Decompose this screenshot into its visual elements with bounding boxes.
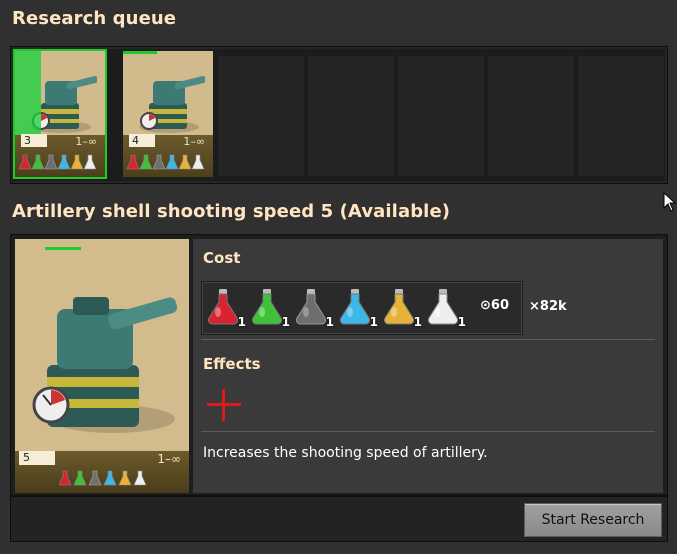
effect-description: Increases the shooting speed of artiller… [203, 445, 488, 461]
military-science-pack-icon [44, 154, 58, 170]
military-science-pack-icon [88, 470, 102, 486]
utility-science-pack-icon [383, 289, 415, 325]
logistic-science-pack-icon [139, 154, 153, 170]
multiply-icon: × [529, 299, 540, 314]
effects-label: Effects [203, 355, 261, 373]
chemical-science-pack-icon [165, 154, 179, 170]
cost-logistic-science-pack[interactable]: 1 [250, 286, 292, 330]
research-queue-title: Research queue [12, 8, 177, 29]
logistic-science-pack-icon [31, 154, 45, 170]
mouse-cursor-icon [663, 192, 677, 212]
artillery-turret-icon [32, 297, 178, 433]
queue-empty-slot [577, 55, 665, 177]
military-science-pack-icon [152, 154, 166, 170]
technology-info: Cost 1 1 1 1 1 1 ⊙60 ×82k Effects Increa… [193, 239, 663, 493]
level-badge: 3 [21, 134, 47, 147]
logistic-science-pack-icon [251, 289, 283, 325]
utility-science-pack-icon [70, 154, 84, 170]
automation-science-pack-icon [19, 154, 32, 170]
automation-science-pack-icon [59, 470, 72, 486]
space-science-pack-icon [133, 470, 147, 486]
automation-science-pack-icon [127, 154, 140, 170]
utility-science-pack-icon [178, 154, 192, 170]
level-badge: 4 [129, 134, 155, 147]
red-plus-icon [207, 389, 241, 421]
research-count: ×82k [529, 299, 567, 314]
research-time: ⊙60 [480, 298, 509, 313]
level-range: 1–∞ [75, 135, 97, 148]
cost-chemical-science-pack[interactable]: 1 [338, 286, 380, 330]
level-range: 1–∞ [183, 135, 205, 148]
chemical-science-pack-icon [103, 470, 117, 486]
space-science-pack-icon [191, 154, 205, 170]
queue-item-1[interactable]: 3 1–∞ [15, 51, 105, 177]
artillery-turret-icon [139, 76, 205, 133]
science-packs-row [127, 153, 209, 173]
science-packs-row [59, 469, 151, 489]
cost-military-science-pack[interactable]: 1 [294, 286, 336, 330]
cost-utility-science-pack[interactable]: 1 [382, 286, 424, 330]
cost-automation-science-pack[interactable]: 1 [206, 286, 248, 330]
divider [201, 339, 655, 340]
research-queue: 3 1–∞ 4 1–∞ [10, 46, 668, 184]
research-count-value: 82k [539, 299, 567, 314]
research-time-value: 60 [490, 298, 509, 313]
queue-empty-slot [397, 55, 485, 177]
research-progress-bar [123, 51, 157, 54]
technology-card: 5 1–∞ [15, 239, 189, 493]
technology-title: Artillery shell shooting speed 5 (Availa… [12, 201, 451, 222]
research-progress-bar [45, 247, 81, 250]
queue-item-2[interactable]: 4 1–∞ [123, 51, 213, 177]
technology-detail-panel: 5 1–∞ Cost 1 1 1 1 1 1 ⊙60 ×82k Effects … [10, 234, 668, 496]
divider [201, 431, 655, 432]
automation-science-pack-icon [207, 289, 239, 325]
queue-empty-slot [217, 55, 305, 177]
level-range: 1–∞ [157, 452, 181, 466]
cost-box: 1 1 1 1 1 1 ⊙60 [201, 281, 523, 335]
chemical-science-pack-icon [339, 289, 371, 325]
space-science-pack-icon [83, 154, 97, 170]
cost-space-science-pack[interactable]: 1 [426, 286, 468, 330]
utility-science-pack-icon [118, 470, 132, 486]
chemical-science-pack-icon [57, 154, 71, 170]
logistic-science-pack-icon [73, 470, 87, 486]
science-packs-row [19, 153, 101, 173]
queue-empty-slot [307, 55, 395, 177]
space-science-pack-icon [427, 289, 459, 325]
cost-label: Cost [203, 249, 241, 267]
start-research-button[interactable]: Start Research [524, 503, 662, 537]
military-science-pack-icon [295, 289, 327, 325]
queue-empty-slot [487, 55, 575, 177]
clock-icon: ⊙ [480, 298, 491, 313]
level-badge: 5 [19, 451, 55, 465]
